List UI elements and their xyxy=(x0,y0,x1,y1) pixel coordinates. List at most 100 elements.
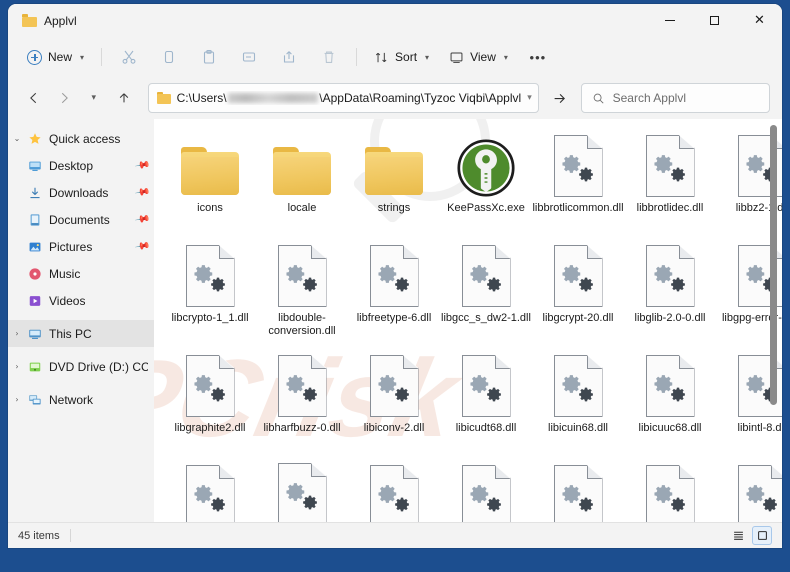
file-tile[interactable]: icons xyxy=(164,127,256,237)
chevron-right-icon[interactable]: › xyxy=(8,329,26,338)
sidebar-item-pictures[interactable]: Pictures 📌 xyxy=(8,233,154,260)
file-tile[interactable]: libbrotlidec.dll xyxy=(624,127,716,237)
sidebar-item-network[interactable]: › Network xyxy=(8,386,154,413)
address-bar[interactable]: C:\Users\ \AppData\Roaming\Tyzoc Viqbi\A… xyxy=(147,83,539,113)
up-button[interactable] xyxy=(110,84,138,112)
file-tile[interactable]: libiconv-2.dll xyxy=(348,347,440,457)
recent-locations-button[interactable]: ▾ xyxy=(80,84,108,112)
scrollbar-thumb[interactable] xyxy=(770,125,777,405)
close-button[interactable]: ✕ xyxy=(737,4,782,37)
chevron-down-icon: ▾ xyxy=(91,93,97,103)
gear-icon xyxy=(486,277,501,292)
keepassxc-icon xyxy=(457,139,515,197)
sidebar-item-this-pc[interactable]: › This PC xyxy=(8,320,154,347)
video-icon xyxy=(26,294,44,308)
chevron-right-icon[interactable]: › xyxy=(8,395,26,404)
file-tile[interactable]: libgraphite2.dll xyxy=(164,347,256,457)
address-bar-row: ▾ C:\Users\ \AppData\Roaming\Tyzoc Viqbi… xyxy=(8,77,782,119)
file-tile[interactable]: libicuin68.dll xyxy=(532,347,624,457)
maximize-button[interactable] xyxy=(692,4,737,37)
paste-button[interactable] xyxy=(190,42,228,72)
sidebar-item-label: Downloads xyxy=(49,185,109,200)
file-tile[interactable]: libjson-c-2.dll xyxy=(164,457,256,522)
dll-file-icon xyxy=(185,465,235,522)
file-tile[interactable]: libkeepassx-autotype-windows.dll xyxy=(256,457,348,522)
share-button[interactable] xyxy=(270,42,308,72)
dll-file-icon xyxy=(277,463,327,522)
file-tile[interactable]: libglib-2.0-0.dll xyxy=(624,237,716,347)
file-tile[interactable]: libcrypto-1_1.dll xyxy=(164,237,256,347)
forward-button[interactable] xyxy=(50,84,78,112)
minimize-button[interactable] xyxy=(647,4,692,37)
sidebar-item-dvd-drive[interactable]: › DVD Drive (D:) CCCC xyxy=(8,353,154,380)
copy-button[interactable] xyxy=(150,42,188,72)
explorer-body: ⌄ Quick access Desktop 📌 Downloads 📌 Doc… xyxy=(8,119,782,522)
file-tile[interactable]: strings xyxy=(348,127,440,237)
sidebar-item-label: DVD Drive (D:) CCCC xyxy=(49,359,148,374)
status-bar: 45 items xyxy=(8,522,782,548)
pin-icon[interactable]: 📌 xyxy=(134,184,151,200)
pin-icon[interactable]: 📌 xyxy=(134,238,151,254)
file-explorer-window: Applvl ✕ New ▾ Sort ▾ View ▾ ••• ▾ C:\Us… xyxy=(8,4,782,548)
address-dropdown-icon[interactable]: ▾ xyxy=(521,93,532,103)
go-button[interactable] xyxy=(545,83,575,113)
file-tile[interactable]: libfreetype-6.dll xyxy=(348,237,440,347)
sidebar-item-desktop[interactable]: Desktop 📌 xyxy=(8,152,154,179)
pin-icon[interactable]: 📌 xyxy=(134,211,151,227)
sidebar-item-label: This PC xyxy=(49,326,92,341)
file-tile[interactable]: locale xyxy=(256,127,348,237)
tiles-view-icon[interactable] xyxy=(752,526,772,545)
file-tile[interactable]: libicuuc68.dll xyxy=(624,347,716,457)
sidebar-item-videos[interactable]: Videos xyxy=(8,287,154,314)
file-tile[interactable]: KeePassXc.exe xyxy=(440,127,532,237)
sidebar-item-music[interactable]: Music xyxy=(8,260,154,287)
sidebar-item-documents[interactable]: Documents 📌 xyxy=(8,206,154,233)
view-icon xyxy=(450,52,463,63)
file-icon-wrap xyxy=(271,133,333,197)
chevron-down-icon[interactable]: ⌄ xyxy=(8,134,26,143)
file-tile[interactable]: libpcre2-16-0.dll xyxy=(348,457,440,522)
file-tile[interactable]: libbrotlicommon.dll xyxy=(532,127,624,237)
file-icon-wrap xyxy=(461,463,511,522)
file-tile[interactable]: libquazip5.dll xyxy=(624,457,716,522)
file-icon-wrap xyxy=(645,463,695,522)
sort-button[interactable]: Sort ▾ xyxy=(365,42,438,72)
sidebar-item-quick-access[interactable]: ⌄ Quick access xyxy=(8,125,154,152)
folder-icon xyxy=(179,147,241,197)
more-options-button[interactable]: ••• xyxy=(519,42,557,72)
sidebar-item-downloads[interactable]: Downloads 📌 xyxy=(8,179,154,206)
maximize-icon xyxy=(710,16,719,25)
file-icon-wrap xyxy=(369,243,419,307)
cut-button[interactable] xyxy=(110,42,148,72)
gear-icon xyxy=(486,497,501,512)
file-tile[interactable]: libqrencode.dll xyxy=(532,457,624,522)
search-box[interactable]: Search Applvl xyxy=(580,83,771,113)
dll-file-icon xyxy=(461,465,511,522)
search-input[interactable]: Search Applvl xyxy=(613,91,686,105)
arrow-right-icon xyxy=(61,92,68,104)
view-button[interactable]: View ▾ xyxy=(440,42,517,72)
file-icon-wrap xyxy=(277,243,327,307)
gear-icon xyxy=(670,167,685,182)
back-button[interactable] xyxy=(20,84,48,112)
delete-button[interactable] xyxy=(310,42,348,72)
file-list-view[interactable]: PCrisk iconslocalestringsKeePassXc.exeli… xyxy=(154,119,782,522)
file-tile[interactable]: libdouble-conversion.dll xyxy=(256,237,348,347)
sidebar-item-label: Documents xyxy=(49,212,110,227)
vertical-scrollbar[interactable] xyxy=(768,121,780,520)
dll-file-icon xyxy=(461,355,511,417)
document-icon xyxy=(26,213,44,227)
new-button[interactable]: New ▾ xyxy=(18,42,93,72)
list-view-icon[interactable] xyxy=(728,526,748,545)
rename-button[interactable] xyxy=(230,42,268,72)
copy-icon xyxy=(164,50,174,64)
file-tile[interactable]: libpng16-16.dll xyxy=(440,457,532,522)
pin-icon[interactable]: 📌 xyxy=(134,157,151,173)
file-tile[interactable]: libicudt68.dll xyxy=(440,347,532,457)
file-tile[interactable]: libgcc_s_dw2-1.dll xyxy=(440,237,532,347)
file-tile[interactable]: libgcrypt-20.dll xyxy=(532,237,624,347)
chevron-right-icon[interactable]: › xyxy=(8,362,26,371)
file-icon-wrap xyxy=(185,243,235,307)
file-tile[interactable]: libharfbuzz-0.dll xyxy=(256,347,348,457)
gear-icon xyxy=(210,497,225,512)
